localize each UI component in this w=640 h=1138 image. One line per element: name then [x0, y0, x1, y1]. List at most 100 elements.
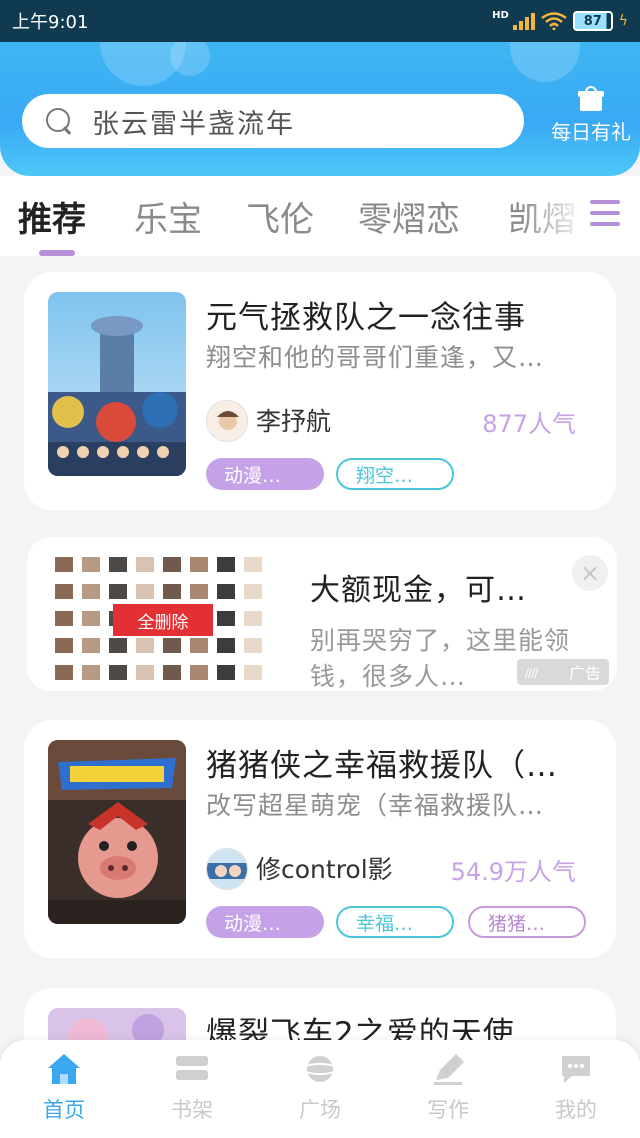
ad-thumbnail: [244, 557, 262, 572]
ad-thumbnail: [217, 665, 235, 680]
nav-bookshelf-label: 书架: [171, 1098, 213, 1122]
signal-icon: [512, 12, 535, 30]
story-cover-image: [48, 740, 186, 924]
ad-thumbnail: [82, 584, 100, 599]
daily-gift-label: 每日有礼: [551, 120, 631, 144]
bookshelf-icon: [174, 1052, 210, 1086]
home-icon: [46, 1052, 82, 1086]
status-indicators: HD 87 ϟ: [492, 9, 628, 31]
bottom-nav: 首页 书架 广场 写作 我的: [0, 1040, 640, 1138]
tag-chip[interactable]: 动漫…: [206, 458, 324, 490]
charging-icon: ϟ: [618, 13, 628, 29]
tab-lingyilian[interactable]: 零熠恋: [358, 192, 460, 241]
battery-icon: 87: [572, 11, 613, 31]
author-avatar: [206, 848, 248, 890]
ad-thumbnail: [217, 611, 235, 626]
ad-thumbnail: [163, 557, 181, 572]
author-name: 李抒航: [256, 407, 332, 436]
story-desc: 改写超星萌宠（幸福救援队…: [206, 791, 545, 820]
ad-thumbnail: [82, 557, 100, 572]
ad-thumbnail: [136, 557, 154, 572]
tabs-fade: [520, 176, 640, 256]
decor-bubble: [170, 42, 210, 76]
search-icon: [44, 106, 74, 136]
tag-chip[interactable]: 动漫…: [206, 906, 324, 938]
popularity-count: 877人气: [482, 410, 576, 438]
header: 张云雷半盏流年 每日有礼: [0, 42, 640, 176]
wifi-icon: [541, 12, 567, 31]
tab-lebao[interactable]: 乐宝: [134, 192, 202, 241]
nav-square-label: 广场: [299, 1098, 341, 1122]
ad-thumbnail: [55, 584, 73, 599]
story-desc: 翔空和他的哥哥们重逢，又…: [206, 343, 545, 372]
ad-thumbnail: [217, 584, 235, 599]
tag-chip[interactable]: 幸福…: [336, 906, 454, 938]
ad-thumbnail: [82, 665, 100, 680]
author-name: 修control影: [256, 855, 393, 884]
daily-gift-button[interactable]: 每日有礼: [542, 86, 640, 156]
nav-square[interactable]: 广场: [270, 1052, 370, 1124]
story-card[interactable]: 猪猪侠之幸福救援队（… 改写超星萌宠（幸福救援队… 修control影 54.9…: [24, 720, 616, 958]
ad-thumbnail: [55, 557, 73, 572]
ad-thumbnail: [136, 584, 154, 599]
nav-write[interactable]: 写作: [398, 1052, 498, 1124]
ad-thumbnail: [55, 611, 73, 626]
author-avatar: [206, 400, 248, 442]
ad-thumbnail: [190, 557, 208, 572]
decor-bubble: [510, 42, 580, 82]
ad-thumbnail: [163, 638, 181, 653]
ad-thumbnail: [244, 638, 262, 653]
planet-icon: [302, 1052, 338, 1086]
ad-thumbnail: [82, 638, 100, 653]
category-tabs: 推荐 乐宝 飞伦 零熠恋 凯熠: [0, 176, 640, 256]
ad-thumbnail: [136, 665, 154, 680]
nav-bookshelf[interactable]: 书架: [142, 1052, 242, 1124]
ad-card[interactable]: 全删除 大额现金，可… 别再哭穷了，这里能领钱，很多人… × ////广告: [27, 537, 617, 691]
story-title: 元气拯救队之一念往事: [206, 300, 526, 336]
ad-thumbnail: [244, 611, 262, 626]
ad-thumbnail: [109, 584, 127, 599]
ad-thumbnail: [217, 557, 235, 572]
tab-recommend[interactable]: 推荐: [18, 192, 86, 241]
ad-thumbnail: [217, 638, 235, 653]
ad-thumbnail: [244, 584, 262, 599]
ad-thumbnail: [163, 584, 181, 599]
popularity-count: 54.9万人气: [450, 858, 576, 886]
nav-mine[interactable]: 我的: [526, 1052, 626, 1124]
story-card[interactable]: 元气拯救队之一念往事 翔空和他的哥哥们重逢，又… 李抒航 877人气 动漫… 翔…: [24, 272, 616, 510]
nav-mine-label: 我的: [555, 1098, 597, 1122]
ad-delete-badge: 全删除: [113, 604, 213, 636]
story-cover-image: [48, 292, 186, 476]
ad-thumbnail: [109, 557, 127, 572]
status-time: 上午9:01: [12, 12, 89, 33]
tab-feilun[interactable]: 飞伦: [246, 192, 314, 241]
ad-thumbnail: [55, 665, 73, 680]
menu-icon[interactable]: [590, 200, 620, 230]
ad-thumbnail: [55, 638, 73, 653]
network-type: HD: [492, 9, 509, 21]
ad-thumbnail: [82, 611, 100, 626]
gift-icon: [578, 86, 604, 112]
ad-thumbnail: [190, 638, 208, 653]
nav-home[interactable]: 首页: [14, 1052, 114, 1124]
search-placeholder: 张云雷半盏流年: [92, 108, 295, 140]
tag-chip[interactable]: 翔空…: [336, 458, 454, 490]
status-bar: 上午9:01 HD 87 ϟ: [0, 0, 640, 42]
search-bar[interactable]: 张云雷半盏流年: [22, 94, 524, 148]
ad-thumbnail: [190, 584, 208, 599]
ad-label-text: 广告: [568, 664, 601, 683]
ad-thumbnail: [136, 638, 154, 653]
nav-write-label: 写作: [427, 1098, 469, 1122]
ad-thumbnail: [163, 665, 181, 680]
tag-chip[interactable]: 猪猪…: [468, 906, 586, 938]
chat-bubble-icon: [558, 1052, 594, 1086]
ad-label: ////广告: [517, 659, 609, 685]
ad-thumbnail: [244, 665, 262, 680]
active-tab-indicator: [39, 250, 75, 256]
ad-thumbnail: [190, 665, 208, 680]
pen-icon: [430, 1052, 466, 1086]
ad-title: 大额现金，可…: [310, 573, 527, 608]
close-icon[interactable]: ×: [572, 555, 608, 591]
ad-thumbnail: [109, 638, 127, 653]
nav-home-label: 首页: [43, 1098, 85, 1122]
